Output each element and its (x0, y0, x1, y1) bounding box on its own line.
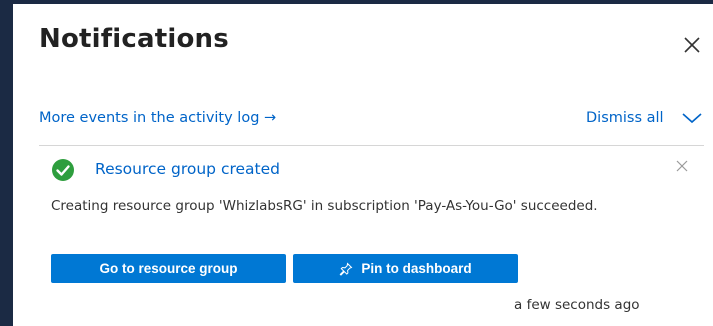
activity-log-link[interactable]: More events in the activity log → (39, 110, 276, 126)
window-left-edge (0, 0, 13, 326)
close-icon[interactable] (675, 158, 689, 172)
chevron-down-icon[interactable] (680, 110, 704, 126)
go-to-resource-group-label: Go to resource group (99, 261, 238, 276)
notifications-window: Notifications More events in the activit… (0, 0, 713, 326)
pin-icon (339, 261, 353, 276)
notification-message: Creating resource group 'WhizlabsRG' in … (51, 198, 598, 214)
notifications-panel: Notifications More events in the activit… (13, 4, 713, 326)
notification-title[interactable]: Resource group created (95, 160, 280, 178)
success-check-icon (51, 158, 75, 182)
notification-timestamp: a few seconds ago (514, 297, 640, 313)
panel-title: Notifications (39, 24, 229, 54)
pin-to-dashboard-button[interactable]: Pin to dashboard (293, 254, 518, 283)
go-to-resource-group-button[interactable]: Go to resource group (51, 254, 286, 283)
dismiss-all-button[interactable]: Dismiss all (586, 110, 664, 126)
close-icon[interactable] (681, 34, 703, 56)
pin-to-dashboard-label: Pin to dashboard (361, 261, 472, 276)
notification-card: Resource group created Creating resource… (39, 146, 704, 326)
